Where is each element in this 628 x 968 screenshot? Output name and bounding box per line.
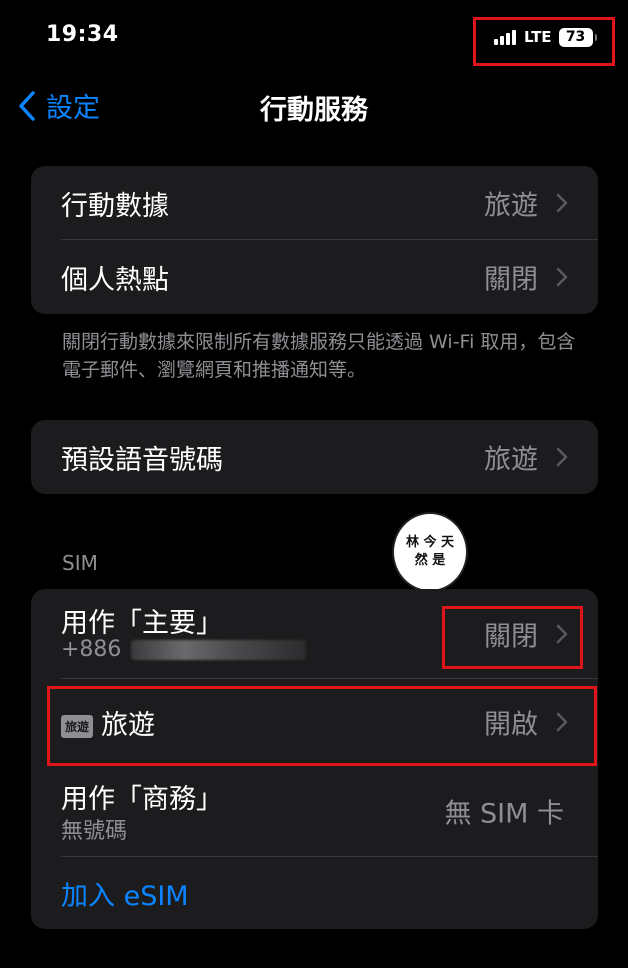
row-sub-label: 無號碼 <box>61 819 128 844</box>
row-value: 旅遊 <box>484 444 538 476</box>
row-default-voice-line[interactable]: 預設語音號碼 旅遊 <box>31 420 598 494</box>
sim-section-header: SIM <box>62 551 98 575</box>
add-esim-label: 加入 eSIM <box>61 880 189 912</box>
chevron-right-icon <box>556 193 568 213</box>
row-personal-hotspot[interactable]: 個人熱點 關閉 <box>31 240 598 314</box>
row-value: 無 SIM 卡 <box>444 798 564 830</box>
row-label: 預設語音號碼 <box>61 444 223 476</box>
highlight-box-travel-row <box>47 686 597 766</box>
watermark-line1: 林 今 天 <box>405 535 455 550</box>
watermark-logo: 林 今 天 然 是 <box>392 512 468 592</box>
redacted-number <box>131 640 307 660</box>
row-label: 用作「主要」 <box>61 608 223 639</box>
cellular-data-footer: 關閉行動數據來限制所有數據服務只能透過 Wi-Fi 取用，包含電子郵件、瀏覽網頁… <box>62 331 576 381</box>
highlight-box-primary-value <box>442 606 583 669</box>
cellular-data-group: 行動數據 旅遊 個人熱點 關閉 <box>31 166 598 314</box>
watermark-line2: 然 是 <box>414 553 446 568</box>
add-esim-button[interactable]: 加入 eSIM <box>31 857 598 929</box>
row-label: 個人熱點 <box>61 264 169 296</box>
row-sim-business[interactable]: 用作「商務」 無號碼 無 SIM 卡 <box>31 765 598 857</box>
row-value: 旅遊 <box>484 190 538 222</box>
row-cellular-data[interactable]: 行動數據 旅遊 <box>31 166 598 240</box>
row-label: 用作「商務」 <box>61 784 223 815</box>
row-value: 關閉 <box>484 264 538 296</box>
page-title: 行動服務 <box>260 95 368 126</box>
highlight-box-status <box>473 17 615 66</box>
navigation-bar: 設定 行動服務 <box>0 78 628 134</box>
chevron-right-icon <box>556 447 568 467</box>
status-time: 19:34 <box>46 22 119 47</box>
default-voice-group: 預設語音號碼 旅遊 <box>31 420 598 494</box>
row-phone-number: +886 <box>61 637 307 662</box>
chevron-right-icon <box>556 267 568 287</box>
row-label: 行動數據 <box>61 190 169 222</box>
